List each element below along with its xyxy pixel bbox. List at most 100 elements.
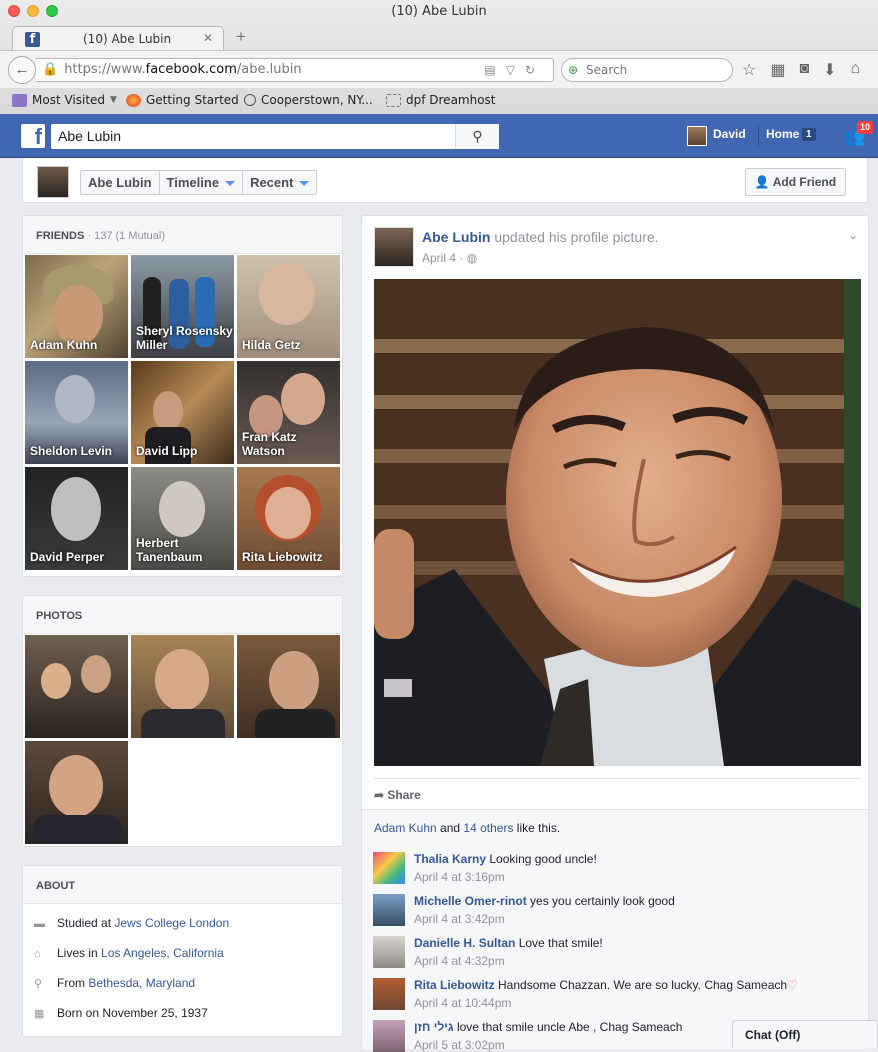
friend-tile[interactable]: David Perper [25, 467, 128, 570]
add-friend-label: Add Friend [772, 175, 837, 189]
commenter-name[interactable]: גילי חזן [414, 1020, 454, 1034]
facebook-logo-icon[interactable]: f [21, 124, 45, 149]
friends-count[interactable]: 137 (1 Mutual) [94, 230, 165, 242]
friend-name: Hilda Getz [242, 338, 301, 352]
close-tab-icon[interactable]: ✕ [203, 31, 213, 45]
reload-icon[interactable]: ↻ [525, 63, 545, 77]
photo-tile[interactable] [25, 635, 128, 738]
friend-tile[interactable]: Sheryl Rosensky Miller [131, 255, 234, 358]
user-avatar[interactable] [687, 126, 707, 146]
commenter-name[interactable]: Michelle Omer-rinot [414, 894, 527, 908]
search-value: Abe Lubin [58, 128, 122, 144]
address-bar[interactable]: 🔒 https://www.facebook.com/abe.lubin ▤▽↻ [36, 58, 554, 82]
likes-summary: Adam Kuhn and 14 others like this. [374, 821, 560, 835]
profile-picture-photo[interactable] [374, 279, 861, 766]
photo-tile[interactable] [131, 635, 234, 738]
friends-title[interactable]: FRIENDS [36, 230, 84, 242]
commenter-avatar[interactable] [373, 852, 405, 884]
education-link[interactable]: Jews College London [114, 916, 229, 930]
post-action-text: updated his profile picture. [494, 229, 659, 245]
facebook-search-input[interactable]: Abe Lubin ⚲ [51, 124, 499, 149]
commenter-avatar[interactable] [373, 894, 405, 926]
profile-name-tab[interactable]: Abe Lubin [81, 171, 160, 194]
photos-title[interactable]: PHOTOS [36, 610, 82, 622]
download-icon[interactable]: ⬇ [823, 60, 836, 80]
commenter-avatar[interactable] [373, 978, 405, 1010]
about-label: Lives in [57, 946, 102, 960]
chevron-down-icon: ▼ [110, 95, 117, 105]
back-button[interactable]: ← [8, 56, 36, 84]
friend-tile[interactable]: Adam Kuhn [25, 255, 128, 358]
add-friend-button[interactable]: 👤 Add Friend [745, 168, 846, 196]
friend-requests-badge: 10 [857, 121, 874, 134]
friend-photo [159, 481, 205, 537]
chat-tab[interactable]: Chat (Off) [732, 1020, 878, 1048]
url-path: /abe.lubin [236, 62, 302, 77]
friend-photo [281, 373, 325, 425]
home-icon[interactable]: ⌂ [851, 60, 861, 80]
commenter-name[interactable]: Danielle H. Sultan [414, 936, 515, 950]
bookmark-dreamhost[interactable]: dpf Dreamhost [386, 93, 496, 107]
comment-time[interactable]: April 4 at 3:16pm [414, 870, 505, 884]
recent-tab[interactable]: Recent [243, 171, 316, 194]
comment-time[interactable]: April 5 at 3:02pm [414, 1038, 505, 1052]
photos-card: PHOTOS [22, 595, 343, 847]
photo-thumbnail-face [81, 655, 111, 693]
pocket-icon[interactable]: ◙ [799, 60, 809, 80]
friend-photo [55, 375, 95, 423]
friend-name: David Lipp [136, 444, 198, 458]
maximize-window-button[interactable] [46, 5, 58, 17]
reader-view-icon[interactable]: ▤ [484, 63, 505, 77]
search-button[interactable]: ⚲ [455, 124, 499, 149]
heart-icon: ♡ [787, 978, 798, 992]
friend-photo [51, 477, 101, 541]
friend-name: David Perper [30, 550, 105, 564]
bookmarks-list-icon[interactable]: ▦ [770, 60, 785, 80]
friend-tile[interactable]: Herbert Tanenbaum [131, 467, 234, 570]
photo-tile[interactable] [25, 741, 128, 844]
post-options-chevron-icon[interactable]: ⌄ [848, 228, 858, 242]
browser-chrome: (10) Abe Lubin f (10) Abe Lubin ✕ + ← 🔒 h… [0, 0, 878, 114]
friend-name: Sheryl Rosensky Miller [136, 324, 233, 352]
timeline-tab[interactable]: Timeline [160, 171, 244, 194]
photo-thumbnail-body [141, 709, 225, 738]
home-link[interactable]: Home [766, 127, 799, 141]
post-author-link[interactable]: Abe Lubin [422, 229, 490, 245]
likes-others-link[interactable]: 14 others [463, 821, 513, 835]
share-action[interactable]: ➦ Share [374, 778, 861, 802]
friend-tile[interactable]: Sheldon Levin [25, 361, 128, 464]
new-tab-icon[interactable]: + [236, 27, 246, 47]
browser-tab[interactable]: f (10) Abe Lubin ✕ [12, 26, 224, 52]
minimize-window-button[interactable] [27, 5, 39, 17]
friend-tile[interactable]: David Lipp [131, 361, 234, 464]
about-title[interactable]: ABOUT [36, 880, 75, 892]
profile-picture-illustration [374, 279, 861, 766]
liker-link[interactable]: Adam Kuhn [374, 821, 437, 835]
post-author-avatar[interactable] [374, 227, 414, 267]
commenter-name[interactable]: Thalia Karny [414, 852, 486, 866]
bookmark-cooperstown[interactable]: Cooperstown, NY... [244, 93, 373, 107]
comment-time[interactable]: April 4 at 3:42pm [414, 912, 505, 926]
commenter-name[interactable]: Rita Liebowitz [414, 978, 495, 992]
comment-time[interactable]: April 4 at 10:44pm [414, 996, 511, 1010]
profile-thumbnail[interactable] [37, 166, 69, 198]
commenter-avatar[interactable] [373, 936, 405, 968]
browser-search-input[interactable]: ⊕ Search [561, 58, 733, 82]
bookmark-most-visited[interactable]: Most Visited ▼ [12, 93, 117, 107]
comment-body: Michelle Omer-rinot yes you certainly lo… [414, 894, 675, 909]
friend-tile[interactable]: Hilda Getz [237, 255, 340, 358]
dropdown-arrow-icon[interactable]: ▽ [506, 63, 525, 77]
bookmark-getting-started[interactable]: Getting Started [126, 93, 239, 107]
post-timestamp[interactable]: April 4 · [422, 251, 463, 265]
commenter-avatar[interactable] [373, 1020, 405, 1052]
photos-header: PHOTOS [23, 596, 342, 634]
comment-time[interactable]: April 4 at 4:32pm [414, 954, 505, 968]
photo-tile[interactable] [237, 635, 340, 738]
friend-tile[interactable]: Fran Katz Watson [237, 361, 340, 464]
bookmark-star-icon[interactable]: ☆ [742, 60, 756, 80]
friend-tile[interactable]: Rita Liebowitz [237, 467, 340, 570]
user-name-link[interactable]: David [713, 127, 746, 141]
close-window-button[interactable] [8, 5, 20, 17]
residence-link[interactable]: Los Angeles, California [101, 946, 224, 960]
hometown-link[interactable]: Bethesda, Maryland [88, 976, 195, 990]
